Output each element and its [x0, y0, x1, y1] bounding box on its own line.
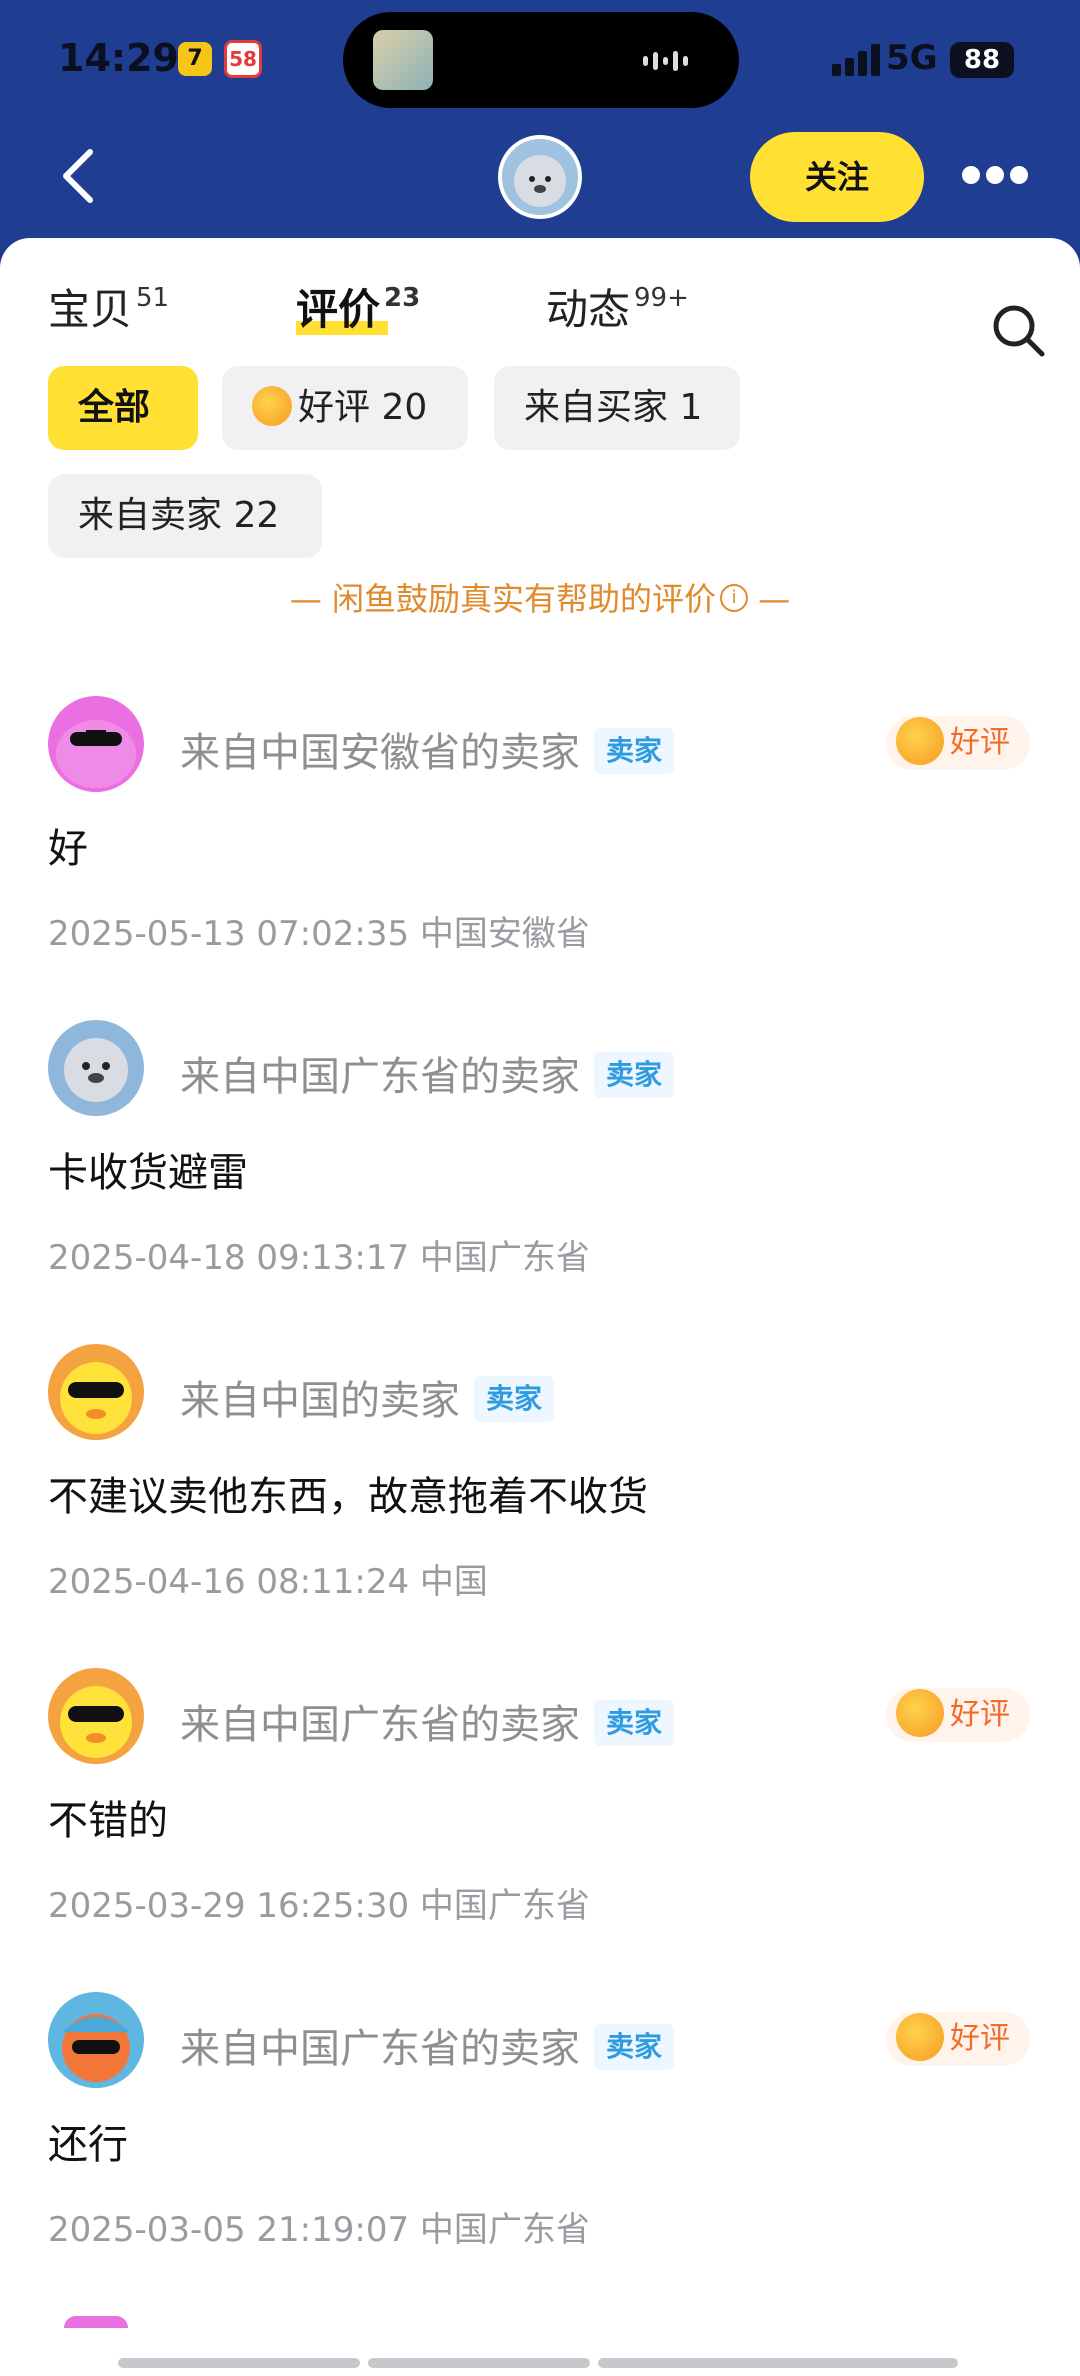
- filter-from-buyer[interactable]: 来自买家 1: [494, 366, 740, 450]
- dynamic-island[interactable]: [343, 12, 739, 108]
- status-time: 14:29: [58, 36, 179, 80]
- now-playing-thumbnail: [373, 30, 433, 90]
- review-item[interactable]: 来自中国的卖家 卖家 不建议卖他东西，故意拖着不收货 2025-04-16 08:…: [0, 1344, 1080, 1664]
- rating-label: 好评: [950, 725, 1010, 760]
- more-icon[interactable]: [962, 166, 1028, 188]
- smile-emoji-icon: [896, 1688, 944, 1737]
- rating-label: 好评: [950, 2021, 1010, 2056]
- reviewer-avatar[interactable]: [48, 1992, 144, 2088]
- seller-badge: 卖家: [594, 728, 675, 774]
- filter-from-seller[interactable]: 来自卖家 22: [48, 474, 322, 558]
- content-card: 宝贝 51 评价 23 动态 99+ 全部 好评 20 来自买家 1 来自卖家 22 …: [0, 238, 1080, 2376]
- network-label: 5G: [886, 38, 938, 78]
- seller-badge: 卖家: [594, 2024, 675, 2070]
- rating-label: 好评: [950, 1697, 1010, 1732]
- reviewer-avatar[interactable]: [48, 1344, 144, 1440]
- search-icon[interactable]: [990, 302, 1046, 358]
- tab-reviews[interactable]: 评价 23: [296, 276, 420, 337]
- encourage-text: — 闲鱼鼓励真实有帮助的评价: [289, 580, 716, 618]
- encourage-notice: — 闲鱼鼓励真实有帮助的评价 i —: [0, 574, 1080, 620]
- seller-badge: 卖家: [594, 1700, 675, 1746]
- back-button[interactable]: [56, 146, 100, 206]
- review-text: 好: [48, 826, 88, 872]
- good-rating-badge: 好评: [886, 1688, 1030, 1742]
- header: 14:29 7 58 5G 88 关注: [0, 0, 1080, 250]
- smile-emoji-icon: [896, 716, 944, 765]
- tab-count: 23: [384, 283, 421, 313]
- review-meta: 2025-03-05 21:19:07 中国广东省: [48, 2210, 590, 2250]
- reviewer-name-text: 来自中国的卖家: [180, 1378, 460, 1424]
- signal-icon: [832, 44, 882, 76]
- filter-good[interactable]: 好评 20: [222, 366, 468, 450]
- audio-wave-icon: [643, 50, 707, 71]
- smile-emoji-icon: [896, 2012, 944, 2061]
- filter-all[interactable]: 全部: [48, 366, 198, 450]
- encourage-suffix: —: [748, 580, 791, 618]
- review-meta: 2025-05-13 07:02:35 中国安徽省: [48, 914, 590, 954]
- seller-badge: 卖家: [474, 1376, 555, 1422]
- reviewer-avatar[interactable]: [48, 696, 144, 792]
- tab-bar: 宝贝 51 评价 23 动态 99+: [0, 266, 1080, 357]
- reviewer-name: 来自中国广东省的卖家 卖家: [180, 1692, 675, 1750]
- reviewer-avatar[interactable]: [48, 1668, 144, 1764]
- review-item[interactable]: 来自中国广东省的卖家 卖家 卡收货避雷 2025-04-18 09:13:17 中…: [0, 1020, 1080, 1340]
- good-rating-badge: 好评: [886, 716, 1030, 770]
- reviewer-name-text: 来自中国广东省的卖家: [180, 2026, 580, 2072]
- profile-avatar[interactable]: [498, 135, 582, 219]
- tab-activity[interactable]: 动态 99+: [546, 276, 689, 337]
- reviewer-name-text: 来自中国广东省的卖家: [180, 1702, 580, 1748]
- filter-good-label: 好评 20: [298, 387, 428, 428]
- chevron-left-icon: [63, 149, 93, 203]
- good-rating-badge: 好评: [886, 2012, 1030, 2066]
- tab-label: 评价: [296, 285, 381, 334]
- review-item[interactable]: 来自中国广东省的卖家 卖家 好评 不错的 2025-03-29 16:25:30 …: [0, 1668, 1080, 1988]
- review-text: 卡收货避雷: [48, 1150, 248, 1196]
- review-text: 不错的: [48, 1798, 168, 1844]
- review-meta: 2025-04-16 08:11:24 中国: [48, 1562, 488, 1602]
- reviewer-name: 来自中国安徽省的卖家 卖家: [180, 720, 675, 778]
- reviewer-avatar-partial: [64, 2316, 128, 2328]
- review-meta: 2025-04-18 09:13:17 中国广东省: [48, 1238, 590, 1278]
- info-icon[interactable]: i: [720, 584, 748, 612]
- tab-count: 51: [136, 283, 170, 313]
- review-text: 不建议卖他东西，故意拖着不收货: [48, 1474, 648, 1520]
- reviewer-name-text: 来自中国广东省的卖家: [180, 1054, 580, 1100]
- reviewer-name: 来自中国广东省的卖家 卖家: [180, 2016, 675, 2074]
- reviewer-name-text: 来自中国安徽省的卖家: [180, 730, 580, 776]
- tab-label: 动态: [546, 285, 631, 334]
- app-58-icon: 58: [224, 40, 262, 78]
- review-meta: 2025-03-29 16:25:30 中国广东省: [48, 1886, 590, 1926]
- home-indicator: [118, 2358, 960, 2368]
- tab-items[interactable]: 宝贝 51: [48, 276, 169, 337]
- follow-button[interactable]: 关注: [750, 132, 924, 222]
- review-item[interactable]: 来自中国广东省的卖家 卖家 好评 还行 2025-03-05 21:19:07 中…: [0, 1992, 1080, 2312]
- seller-badge: 卖家: [594, 1052, 675, 1098]
- reviewer-avatar[interactable]: [48, 1020, 144, 1116]
- battery-icon: 88: [950, 42, 1014, 78]
- review-item[interactable]: 来自中国安徽省的卖家 卖家 好评 好 2025-05-13 07:02:35 中国…: [0, 696, 1080, 1016]
- reviewer-name: 来自中国广东省的卖家 卖家: [180, 1044, 675, 1102]
- smile-emoji-icon: [252, 386, 292, 426]
- app-notification-icon: 7: [178, 42, 212, 76]
- review-text: 还行: [48, 2122, 128, 2168]
- tab-label: 宝贝: [48, 285, 133, 334]
- tab-count: 99+: [634, 283, 689, 313]
- reviewer-name: 来自中国的卖家 卖家: [180, 1368, 555, 1426]
